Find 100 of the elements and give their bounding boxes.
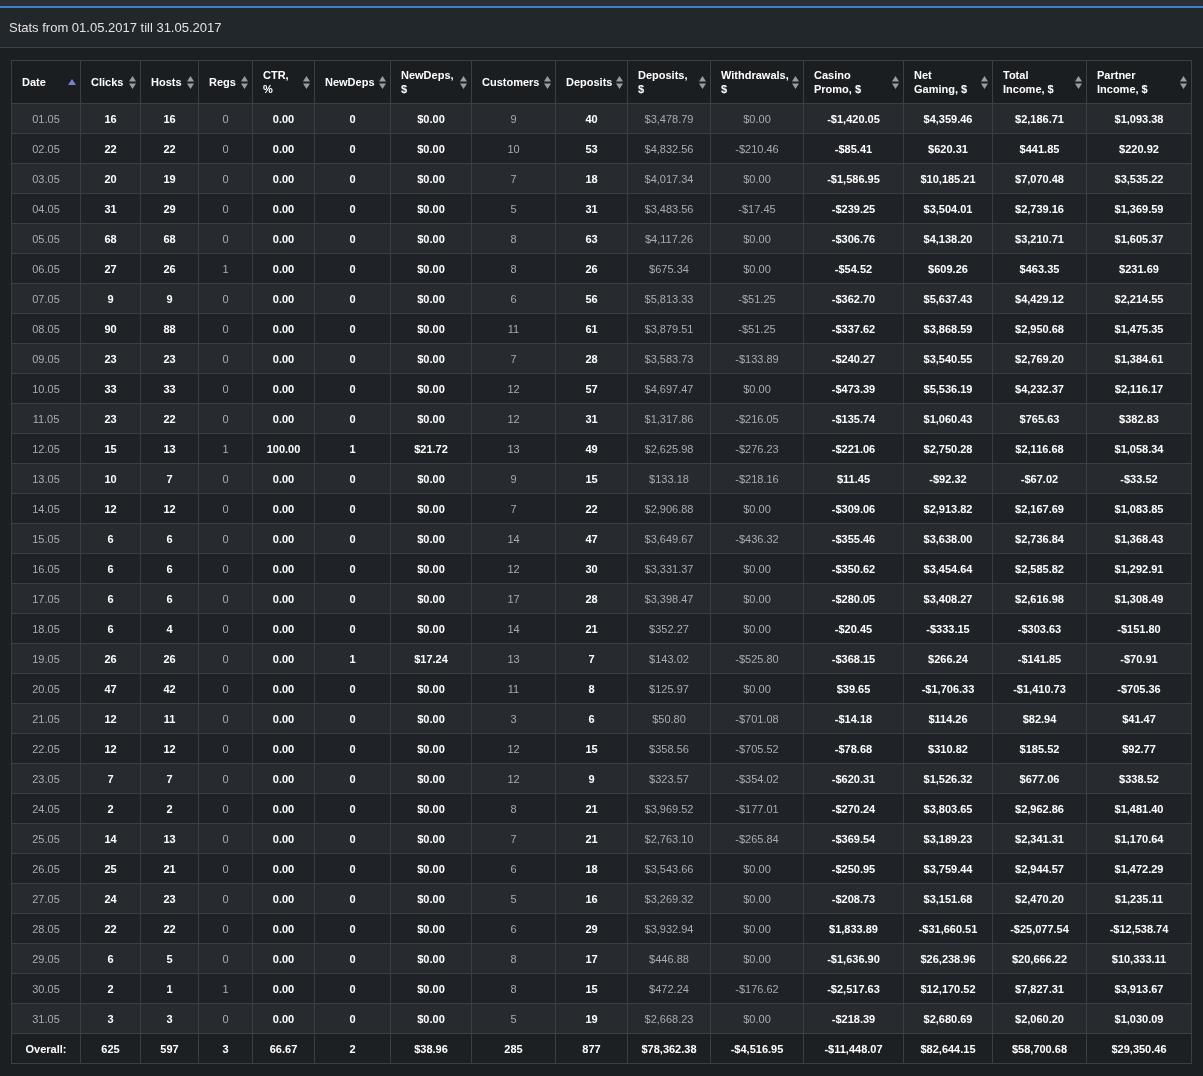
table-cell: $2,750.28	[903, 433, 993, 464]
table-cell: -$303.63	[992, 613, 1087, 644]
table-cell: 31	[555, 193, 628, 224]
table-cell: $50.80	[627, 703, 711, 734]
sort-icon[interactable]	[616, 75, 623, 89]
table-cell: 0	[198, 733, 253, 764]
column-header[interactable]: Total Income, $	[992, 60, 1087, 104]
column-header[interactable]: Casino Promo, $	[803, 60, 904, 104]
table-cell: 26	[555, 253, 628, 284]
sort-icon[interactable]	[129, 75, 136, 89]
table-cell: $2,060.20	[992, 1003, 1087, 1034]
table-cell: 16.05	[11, 553, 81, 584]
column-header[interactable]: Deposits	[555, 60, 628, 104]
sort-icon[interactable]	[544, 75, 551, 89]
table-cell: $323.57	[627, 763, 711, 794]
total-cell: $38.96	[390, 1033, 472, 1064]
table-cell: 12	[80, 493, 141, 524]
sort-icon[interactable]	[379, 75, 386, 89]
column-header[interactable]: Deposits, $	[627, 60, 711, 104]
column-header[interactable]: Net Gaming, $	[903, 60, 993, 104]
table-cell: 16	[140, 103, 199, 134]
table-cell: 0	[314, 853, 391, 884]
table-cell: 25.05	[11, 823, 81, 854]
table-cell: 0.00	[252, 973, 315, 1004]
table-cell: $2,116.68	[992, 433, 1087, 464]
table-cell: $0.00	[390, 463, 472, 494]
table-cell: -$436.32	[710, 523, 804, 554]
table-cell: -$1,706.33	[903, 673, 993, 704]
table-cell: $1,060.43	[903, 403, 993, 434]
table-cell: -$265.84	[710, 823, 804, 854]
table-cell: 0	[314, 553, 391, 584]
sort-icon[interactable]	[1180, 75, 1187, 89]
table-cell: $2,668.23	[627, 1003, 711, 1034]
table-cell: $4,697.47	[627, 373, 711, 404]
table-cell: 0	[314, 103, 391, 134]
sort-icon[interactable]	[699, 75, 706, 89]
table-cell: -$1,636.90	[803, 943, 904, 974]
sort-icon[interactable]	[892, 75, 899, 89]
table-cell: -$1,586.95	[803, 163, 904, 194]
table-cell: -$280.05	[803, 583, 904, 614]
sort-icon[interactable]	[241, 75, 248, 89]
column-header[interactable]: CTR, %	[252, 60, 315, 104]
table-cell: 0	[198, 613, 253, 644]
table-cell: -$701.08	[710, 703, 804, 734]
table-cell: 11	[471, 313, 556, 344]
table-cell: 14	[471, 523, 556, 554]
table-cell: $26,238.96	[903, 943, 993, 974]
table-cell: -$151.80	[1086, 613, 1192, 644]
table-cell: $0.00	[390, 1003, 472, 1034]
table-cell: -$705.52	[710, 733, 804, 764]
sort-icon[interactable]	[981, 75, 988, 89]
sort-icon[interactable]	[1075, 75, 1082, 89]
column-header[interactable]: NewDeps	[314, 60, 391, 104]
table-cell: 23	[80, 403, 141, 434]
sort-icon[interactable]	[187, 75, 194, 89]
table-cell: 0	[198, 523, 253, 554]
table-cell: 23.05	[11, 763, 81, 794]
table-cell: 05.05	[11, 223, 81, 254]
column-header[interactable]: NewDeps, $	[390, 60, 472, 104]
table-cell: $0.00	[390, 823, 472, 854]
table-cell: -$20.45	[803, 613, 904, 644]
table-cell: $1,093.38	[1086, 103, 1192, 134]
table-cell: $1,526.32	[903, 763, 993, 794]
table-cell: 7	[140, 763, 199, 794]
column-header[interactable]: Withdrawals, $	[710, 60, 804, 104]
total-cell: 597	[140, 1033, 199, 1064]
table-cell: 6	[140, 553, 199, 584]
table-cell: 0.00	[252, 223, 315, 254]
table-cell: $2,116.17	[1086, 373, 1192, 404]
table-cell: 3	[80, 1003, 141, 1034]
table-cell: 6	[80, 943, 141, 974]
table-cell: 31	[555, 403, 628, 434]
table-cell: $0.00	[710, 553, 804, 584]
column-header[interactable]: Partner Income, $	[1086, 60, 1192, 104]
table-cell: 0	[314, 283, 391, 314]
sort-ascending-icon[interactable]	[68, 79, 76, 85]
table-cell: $2,736.84	[992, 523, 1087, 554]
table-cell: 11	[471, 673, 556, 704]
column-header[interactable]: Regs	[198, 60, 253, 104]
table-cell: 42	[140, 673, 199, 704]
table-cell: 13	[471, 643, 556, 674]
table-cell: 88	[140, 313, 199, 344]
table-cell: $266.24	[903, 643, 993, 674]
total-cell: $82,644.15	[903, 1033, 993, 1064]
table-cell: $4,232.37	[992, 373, 1087, 404]
column-header[interactable]: Customers	[471, 60, 556, 104]
sort-icon[interactable]	[792, 75, 799, 89]
column-header[interactable]: Clicks	[80, 60, 141, 104]
table-cell: $3,583.73	[627, 343, 711, 374]
table-cell: $3,478.79	[627, 103, 711, 134]
sort-icon[interactable]	[303, 75, 310, 89]
table-cell: $1,369.59	[1086, 193, 1192, 224]
table-cell: 0	[198, 193, 253, 224]
column-header[interactable]: Date	[11, 60, 81, 104]
sort-icon[interactable]	[460, 75, 467, 89]
table-cell: $41.47	[1086, 703, 1192, 734]
column-header[interactable]: Hosts	[140, 60, 199, 104]
table-cell: $3,868.59	[903, 313, 993, 344]
table-cell: $3,408.27	[903, 583, 993, 614]
table-cell: 0	[314, 763, 391, 794]
